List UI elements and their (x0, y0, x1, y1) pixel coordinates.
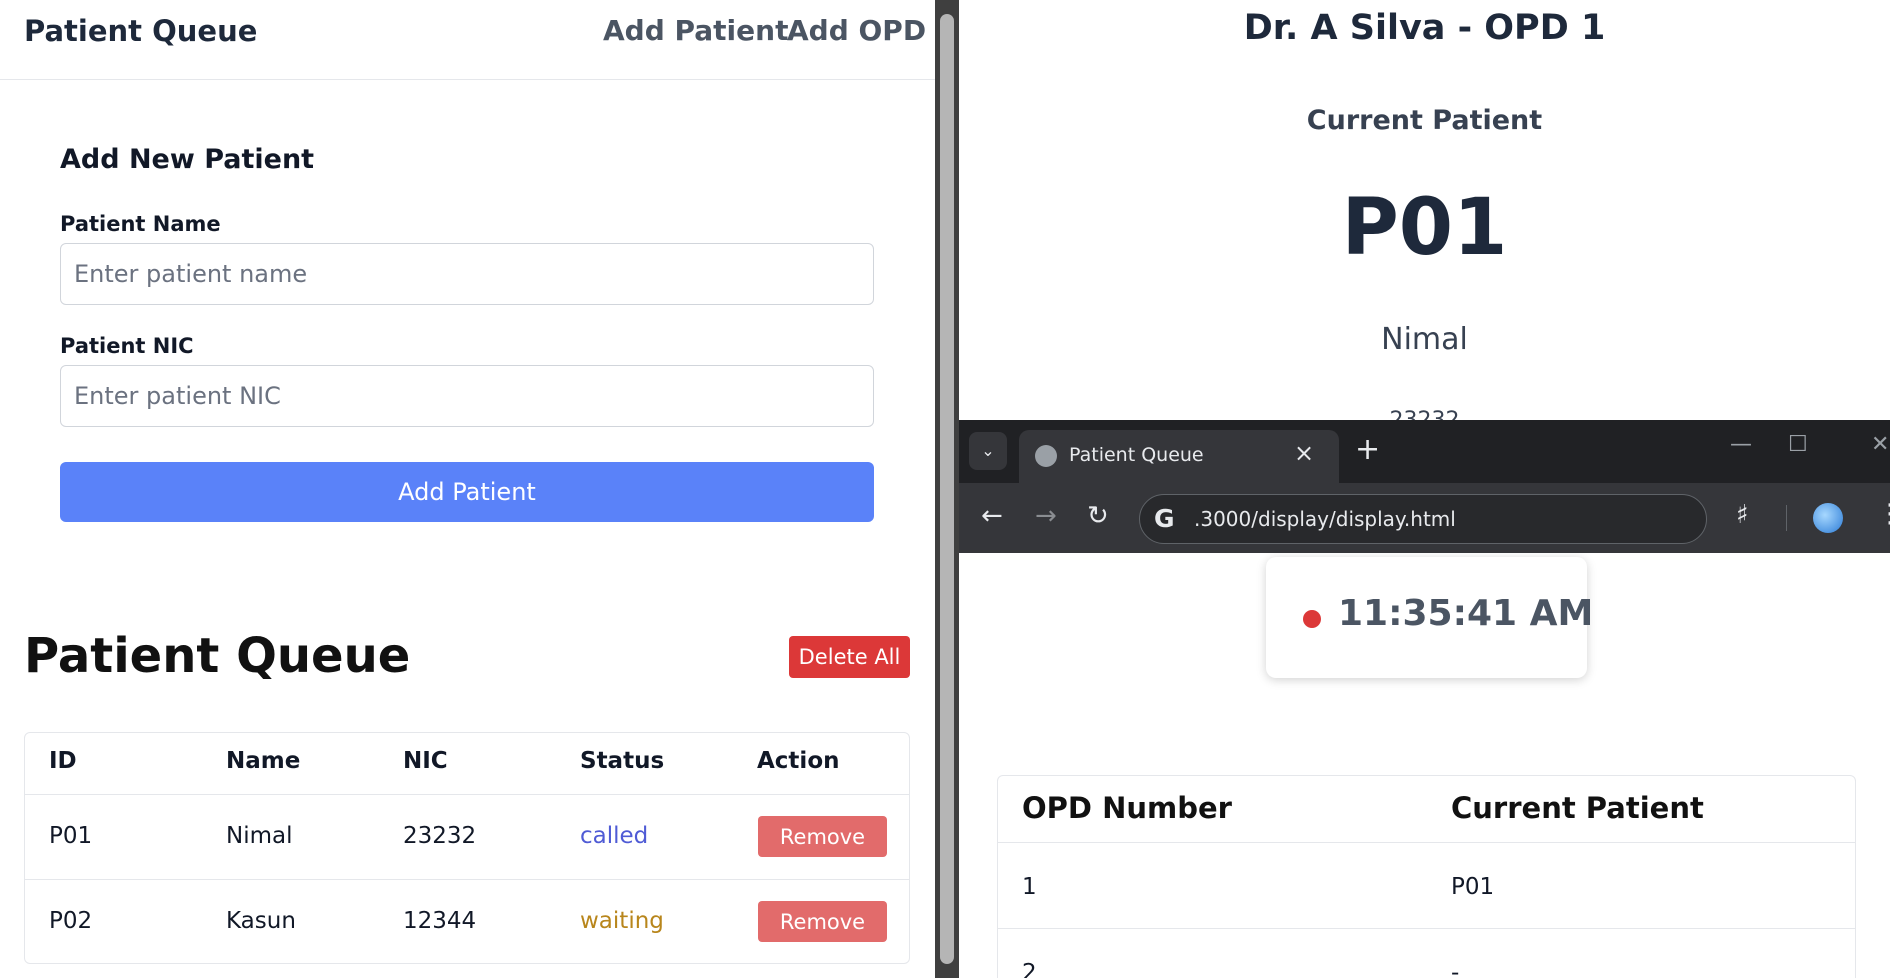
table-header-row: ID Name NIC Status Action (25, 733, 909, 795)
current-patient-id: P01 (1341, 183, 1508, 273)
current-patient-nic: 23232 (959, 408, 1890, 420)
nav-link-add-opd[interactable]: Add OPD (787, 14, 926, 47)
tab-title: Patient Queue (1069, 444, 1204, 466)
patient-name-cell: Nimal (226, 823, 293, 849)
column-header-id: ID (49, 748, 77, 774)
add-patient-button[interactable]: Add Patient (60, 462, 874, 522)
remove-button[interactable]: Remove (758, 901, 887, 942)
tab-strip: ⌄ Patient Queue × + — ☐ ✕ (959, 420, 1890, 483)
patient-queue-table: ID Name NIC Status Action P01 Nimal 2323… (24, 732, 910, 964)
table-row: P01 Nimal 23232 called Remove (25, 795, 909, 880)
column-header-action: Action (757, 748, 840, 774)
globe-icon (1035, 445, 1057, 467)
status-called: called (580, 823, 649, 849)
plus-icon[interactable]: + (1355, 432, 1380, 467)
column-header-nic: NIC (403, 748, 448, 774)
column-header-current-patient: Current Patient (1451, 791, 1704, 825)
clock-time: 11:35:41 AM (1338, 593, 1594, 634)
opd-display-pane: Dr. A Silva - OPD 1 Current Patient P01 … (959, 0, 1890, 420)
live-indicator-dot (1303, 610, 1321, 628)
opd-patient-cell: P01 (1451, 874, 1495, 900)
patient-nic-label: Patient NIC (60, 334, 194, 358)
opd-number-cell: 2 (1022, 960, 1037, 978)
profile-avatar[interactable] (1813, 503, 1843, 533)
current-patient-name: Nimal (1381, 322, 1468, 357)
browser-window: ⌄ Patient Queue × + — ☐ ✕ ← → ↻ G .3000/… (959, 420, 1890, 978)
table-header-row: OPD Number Current Patient (998, 776, 1855, 843)
top-navbar: Patient Queue Add Patient Add OPD (0, 0, 935, 80)
nav-link-add-patient[interactable]: Add Patient (603, 14, 788, 47)
status-waiting: waiting (580, 908, 664, 934)
table-row: 1 P01 (998, 843, 1855, 929)
chevron-down-icon[interactable]: ⌄ (969, 432, 1007, 470)
close-icon[interactable]: × (1294, 439, 1314, 467)
patient-nic-input[interactable] (60, 365, 874, 427)
remove-button[interactable]: Remove (758, 816, 887, 857)
kebab-menu-icon[interactable]: ⋮ (1877, 499, 1890, 529)
queue-title: Patient Queue (24, 628, 411, 684)
toolbar-separator (1786, 505, 1787, 531)
admin-pane: Patient Queue Add Patient Add OPD Add Ne… (0, 0, 935, 978)
url-text: .3000/display/display.html (1194, 507, 1456, 531)
opd-number-cell: 1 (1022, 874, 1037, 900)
opd-status-table: OPD Number Current Patient 1 P01 2 - (997, 775, 1856, 978)
patient-id-cell: P02 (49, 908, 93, 934)
patient-id-cell: P01 (49, 823, 93, 849)
clock-card: 11:35:41 AM (1266, 557, 1593, 678)
table-row: 2 - (998, 929, 1855, 978)
browser-toolbar: ← → ↻ G .3000/display/display.html ♯ ⋮ (959, 483, 1890, 553)
patient-nic-cell: 23232 (403, 823, 477, 849)
table-row: P02 Kasun 12344 waiting Remove (25, 880, 909, 963)
window-close-icon[interactable]: ✕ (1871, 432, 1889, 457)
patient-name-input[interactable] (60, 243, 874, 305)
form-title: Add New Patient (60, 144, 315, 175)
back-icon[interactable]: ← (981, 501, 1003, 531)
brand-title: Patient Queue (24, 14, 258, 48)
opd-patient-cell: - (1451, 960, 1460, 978)
doctor-opd-title: Dr. A Silva - OPD 1 (1243, 8, 1606, 48)
patient-nic-cell: 12344 (403, 908, 477, 934)
forward-icon[interactable]: → (1035, 501, 1057, 531)
column-header-status: Status (580, 748, 665, 774)
browser-tab[interactable]: Patient Queue × (1019, 430, 1339, 483)
patient-name-label: Patient Name (60, 212, 221, 236)
patient-name-cell: Kasun (226, 908, 296, 934)
maximize-icon[interactable]: ☐ (1788, 432, 1808, 457)
extensions-icon[interactable]: ♯ (1736, 500, 1749, 530)
address-bar[interactable]: G .3000/display/display.html (1139, 494, 1707, 544)
google-icon: G (1154, 504, 1175, 533)
scrollbar-thumb[interactable] (940, 14, 954, 964)
delete-all-button[interactable]: Delete All (789, 636, 910, 678)
column-header-opd-number: OPD Number (1022, 791, 1232, 825)
reload-icon[interactable]: ↻ (1087, 501, 1109, 531)
current-patient-label: Current Patient (1306, 105, 1543, 136)
column-header-name: Name (226, 748, 301, 774)
minimize-icon[interactable]: — (1730, 432, 1752, 457)
